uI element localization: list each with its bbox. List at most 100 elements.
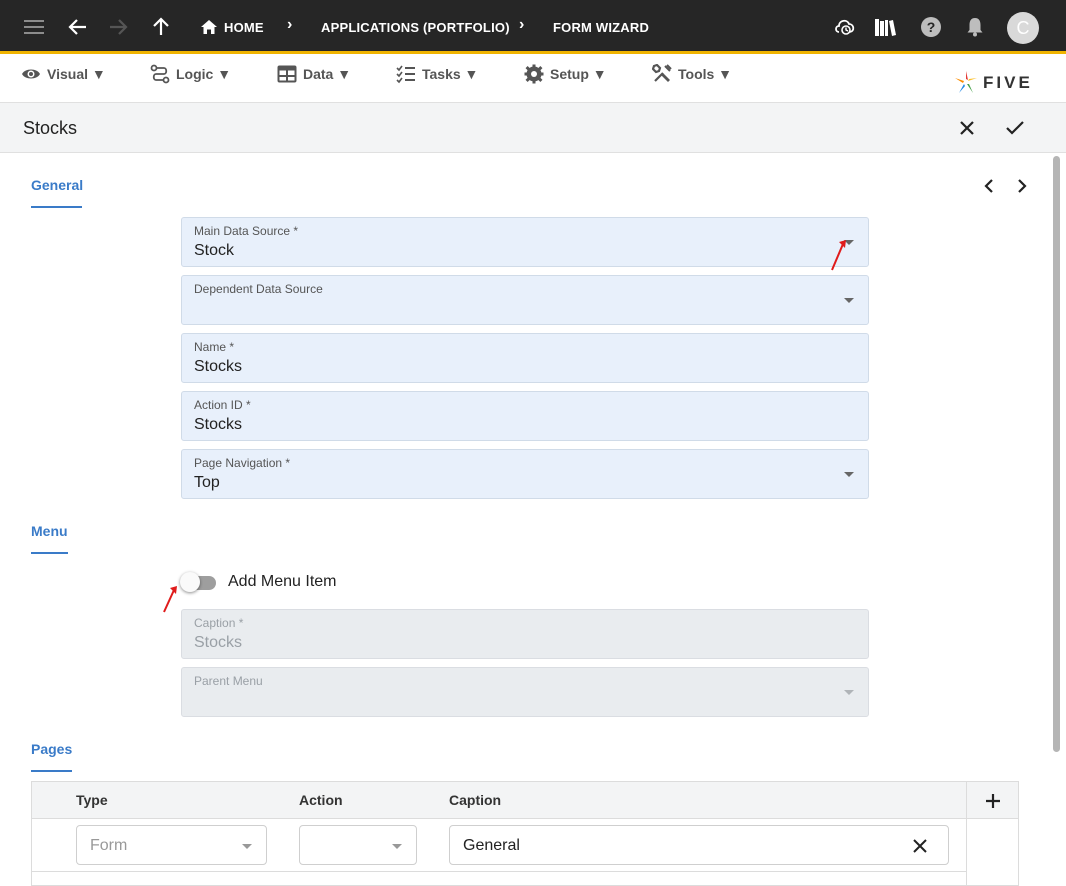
- form-header: Stocks: [0, 103, 1066, 153]
- toolbar-tasks-label: Tasks ▼: [422, 66, 479, 82]
- name-label: Name *: [194, 340, 235, 354]
- back-arrow-icon[interactable]: [65, 14, 91, 40]
- parent-menu-label: Parent Menu: [194, 674, 263, 688]
- main-data-source-label: Main Data Source *: [194, 224, 299, 238]
- gear-icon: [524, 64, 544, 84]
- five-logo: FIVE: [955, 71, 1033, 95]
- page-action-select[interactable]: [299, 825, 417, 865]
- toolbar-data-label: Data ▼: [303, 66, 352, 82]
- page-caption-value: General: [463, 837, 520, 854]
- scrollbar-thumb[interactable]: [1053, 156, 1060, 752]
- app-bar: HOME › APPLICATIONS (PORTFOLIO) › FORM W…: [0, 0, 1066, 54]
- section-general-underline: [31, 206, 82, 208]
- toggle-thumb: [180, 572, 200, 592]
- svg-text:?: ?: [927, 19, 936, 35]
- page-type-placeholder: Form: [90, 837, 128, 854]
- flow-icon: [150, 64, 170, 84]
- toolbar-logic-label: Logic ▼: [176, 66, 232, 82]
- previous-page-button[interactable]: [979, 176, 999, 196]
- save-button[interactable]: [1002, 115, 1028, 141]
- plus-icon: [986, 794, 1000, 808]
- forward-arrow-icon[interactable]: [105, 14, 131, 40]
- wrench-icon: [652, 64, 672, 82]
- five-logo-text: FIVE: [983, 73, 1033, 92]
- pages-table-header: Type Action Caption: [32, 782, 1018, 819]
- breadcrumb-separator: ›: [519, 16, 525, 33]
- next-page-button[interactable]: [1012, 176, 1032, 196]
- checklist-icon: [396, 65, 415, 84]
- caption-value: Stocks: [194, 634, 243, 651]
- cloud-sync-icon[interactable]: [832, 14, 858, 40]
- toolbar-visual-label: Visual ▼: [47, 66, 106, 82]
- page-caption-input[interactable]: General: [449, 825, 949, 865]
- name-field[interactable]: Name * Stocks: [181, 333, 869, 383]
- toolbar-tools-label: Tools ▼: [678, 66, 733, 82]
- up-arrow-icon[interactable]: [148, 14, 174, 40]
- column-header-type: Type: [76, 792, 108, 808]
- section-pages-label[interactable]: Pages: [31, 741, 72, 757]
- five-logo-icon: [955, 71, 977, 93]
- dependent-data-source-label: Dependent Data Source: [194, 282, 323, 296]
- breadcrumb-separator: ›: [287, 16, 293, 33]
- table-icon: [277, 65, 297, 83]
- breadcrumb-applications[interactable]: APPLICATIONS (PORTFOLIO): [321, 20, 510, 35]
- chevron-down-icon[interactable]: [844, 472, 854, 477]
- chevron-down-icon[interactable]: [242, 844, 252, 849]
- page-navigation-label: Page Navigation *: [194, 456, 291, 470]
- clear-caption-button[interactable]: [910, 836, 930, 856]
- main-toolbar: Visual ▼ Logic ▼ Data ▼ Tasks ▼ Setup ▼ …: [0, 57, 1066, 103]
- toolbar-tools[interactable]: Tools ▼: [652, 63, 732, 85]
- pages-table: Type Action Caption Form General: [31, 781, 1019, 886]
- help-icon[interactable]: ?: [918, 14, 944, 40]
- library-icon[interactable]: [872, 14, 898, 40]
- toolbar-tasks[interactable]: Tasks ▼: [396, 63, 478, 85]
- toolbar-logic[interactable]: Logic ▼: [150, 63, 231, 85]
- breadcrumb-home[interactable]: HOME: [224, 20, 264, 35]
- action-id-label: Action ID *: [194, 398, 251, 412]
- toolbar-visual[interactable]: Visual ▼: [21, 63, 106, 85]
- menu-icon[interactable]: [21, 14, 47, 40]
- eye-icon: [22, 69, 40, 79]
- cancel-button[interactable]: [954, 115, 980, 141]
- caption-label: Caption *: [194, 616, 244, 630]
- section-pages-underline: [31, 770, 72, 772]
- column-header-action: Action: [299, 792, 343, 808]
- action-id-value: Stocks: [194, 416, 243, 433]
- avatar[interactable]: C: [1007, 12, 1039, 44]
- chevron-down-icon[interactable]: [844, 298, 854, 303]
- action-id-field[interactable]: Action ID * Stocks: [181, 391, 869, 441]
- main-data-source-select[interactable]: Main Data Source * Stock: [181, 217, 869, 267]
- annotation-arrow-icon: [831, 240, 846, 271]
- caption-field: Caption * Stocks: [181, 609, 869, 659]
- form-title: Stocks: [23, 118, 78, 138]
- chevron-down-icon[interactable]: [392, 844, 402, 849]
- add-menu-item-toggle[interactable]: [180, 572, 218, 592]
- section-menu-underline: [31, 552, 68, 554]
- name-value: Stocks: [194, 358, 243, 375]
- page-type-select[interactable]: Form: [76, 825, 267, 865]
- dependent-data-source-select[interactable]: Dependent Data Source: [181, 275, 869, 325]
- chevron-right-icon: [1018, 179, 1027, 193]
- toolbar-setup-label: Setup ▼: [550, 66, 607, 82]
- bell-icon[interactable]: [962, 14, 988, 40]
- page-navigation-select[interactable]: Page Navigation * Top: [181, 449, 869, 499]
- column-header-caption: Caption: [449, 792, 502, 808]
- page-navigation-value: Top: [194, 474, 220, 491]
- add-menu-item-label[interactable]: Add Menu Item: [228, 573, 337, 591]
- toolbar-data[interactable]: Data ▼: [277, 63, 351, 85]
- close-icon: [960, 121, 974, 135]
- section-menu-label[interactable]: Menu: [31, 523, 68, 539]
- annotation-arrow-icon: [163, 586, 177, 613]
- chevron-left-icon: [984, 179, 993, 193]
- main-data-source-value: Stock: [194, 242, 235, 259]
- check-icon: [1006, 121, 1024, 135]
- chevron-down-icon: [844, 690, 854, 695]
- add-page-button[interactable]: [982, 790, 1004, 812]
- breadcrumb-form-wizard: FORM WIZARD: [553, 20, 650, 35]
- toolbar-setup[interactable]: Setup ▼: [524, 63, 607, 85]
- close-icon: [913, 839, 927, 853]
- row-divider: [32, 871, 966, 872]
- home-icon[interactable]: [196, 14, 222, 40]
- section-general-label[interactable]: General: [31, 177, 83, 193]
- parent-menu-select: Parent Menu: [181, 667, 869, 717]
